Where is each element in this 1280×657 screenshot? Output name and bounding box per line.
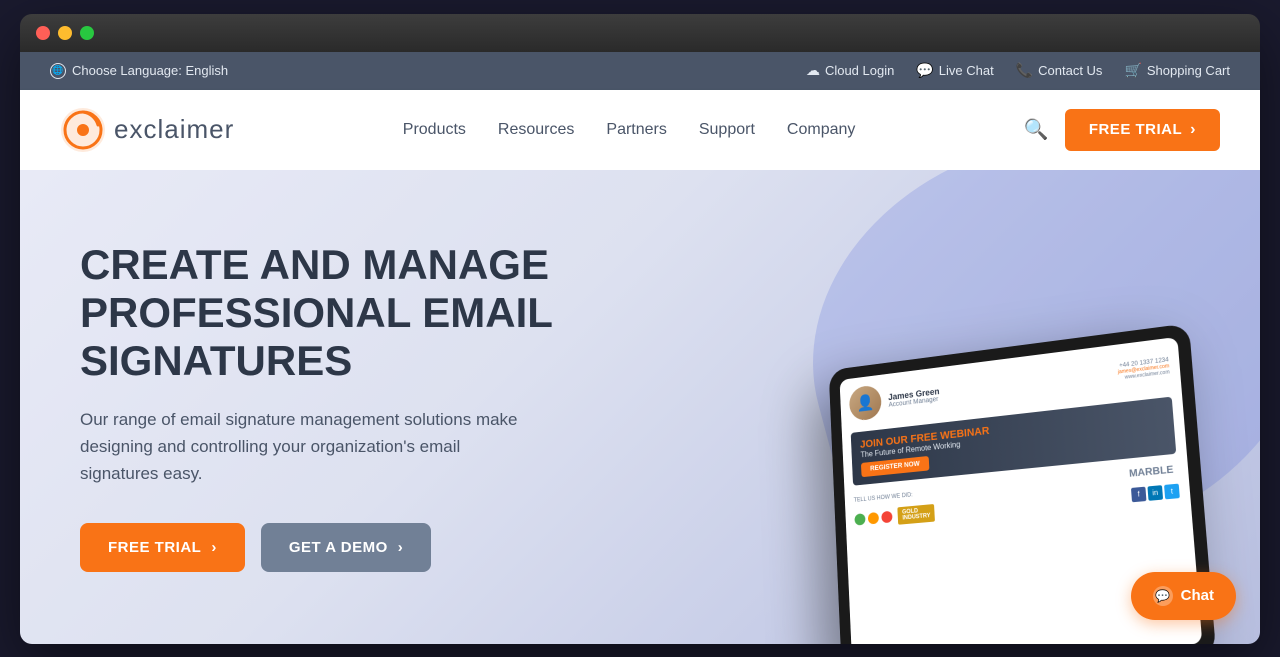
website: 🌐 Choose Language: English ☁ Cloud Login… — [20, 52, 1260, 644]
arrow-icon: › — [398, 539, 404, 556]
nav-links: Products Resources Partners Support Comp… — [403, 121, 856, 139]
language-label: Choose Language: English — [72, 63, 228, 78]
tablet-rating-dots — [854, 510, 892, 525]
top-bar: 🌐 Choose Language: English ☁ Cloud Login… — [20, 52, 1260, 90]
hero-section: CREATE AND MANAGE PROFESSIONAL EMAIL SIG… — [20, 170, 1260, 644]
tablet-marble-label: MARBLE — [1124, 461, 1178, 481]
search-icon[interactable]: 🔍 — [1024, 117, 1049, 142]
shopping-cart-link[interactable]: 🛒 Shopping Cart — [1124, 62, 1230, 79]
language-selector[interactable]: 🌐 Choose Language: English — [50, 63, 228, 79]
arrow-icon: › — [1190, 121, 1196, 139]
logo-text: exclaimer — [114, 114, 234, 145]
hero-content: CREATE AND MANAGE PROFESSIONAL EMAIL SIG… — [20, 201, 613, 612]
traffic-light-maximize[interactable] — [80, 26, 94, 40]
chat-bubble-icon: 💬 — [1153, 586, 1173, 606]
live-chat-link[interactable]: 💬 Live Chat — [916, 62, 993, 79]
arrow-icon: › — [211, 539, 217, 556]
tablet-profile-info: James Green Account Manager — [888, 365, 1110, 408]
contact-us-link[interactable]: 📞 Contact Us — [1016, 62, 1103, 79]
globe-icon: 🌐 — [50, 63, 66, 79]
nav-support[interactable]: Support — [699, 121, 755, 139]
tablet-linkedin-icon: in — [1147, 485, 1163, 501]
chat-icon: 💬 — [916, 62, 933, 79]
chat-button[interactable]: 💬 Chat — [1131, 572, 1236, 620]
main-nav: exclaimer Products Resources Partners Su… — [20, 90, 1260, 170]
browser-window: 🌐 Choose Language: English ☁ Cloud Login… — [20, 14, 1260, 644]
nav-right: 🔍 FREE TRIAL › — [1024, 109, 1220, 151]
nav-company[interactable]: Company — [787, 121, 855, 139]
hero-title: CREATE AND MANAGE PROFESSIONAL EMAIL SIG… — [80, 241, 553, 386]
tablet-avatar: 👤 — [849, 384, 882, 421]
cart-icon: 🛒 — [1124, 62, 1141, 79]
nav-free-trial-button[interactable]: FREE TRIAL › — [1065, 109, 1220, 151]
cloud-login-link[interactable]: ☁ Cloud Login — [806, 62, 894, 79]
hero-description: Our range of email signature management … — [80, 406, 540, 488]
tablet-register-button: REGISTER NOW — [861, 455, 929, 476]
nav-partners[interactable]: Partners — [606, 121, 666, 139]
nav-products[interactable]: Products — [403, 121, 466, 139]
phone-icon: 📞 — [1016, 62, 1033, 79]
hero-get-demo-button[interactable]: GET A DEMO › — [261, 523, 431, 572]
tablet-contact-info: +44 20 1337 1234 james@exclaimer.com www… — [1117, 357, 1170, 381]
logo-icon — [60, 107, 106, 153]
logo[interactable]: exclaimer — [60, 107, 234, 153]
tablet-facebook-icon: f — [1131, 486, 1147, 502]
traffic-light-minimize[interactable] — [58, 26, 72, 40]
tablet-gold-badge: GOLDINDUSTRY — [897, 503, 935, 524]
browser-chrome — [20, 14, 1260, 52]
tablet-twitter-icon: t — [1164, 483, 1180, 499]
nav-resources[interactable]: Resources — [498, 121, 574, 139]
top-bar-links: ☁ Cloud Login 💬 Live Chat 📞 Contact Us 🛒… — [806, 62, 1230, 79]
traffic-light-close[interactable] — [36, 26, 50, 40]
hero-buttons: FREE TRIAL › GET A DEMO › — [80, 523, 553, 572]
hero-free-trial-button[interactable]: FREE TRIAL › — [80, 523, 245, 572]
cloud-icon: ☁ — [806, 62, 820, 79]
